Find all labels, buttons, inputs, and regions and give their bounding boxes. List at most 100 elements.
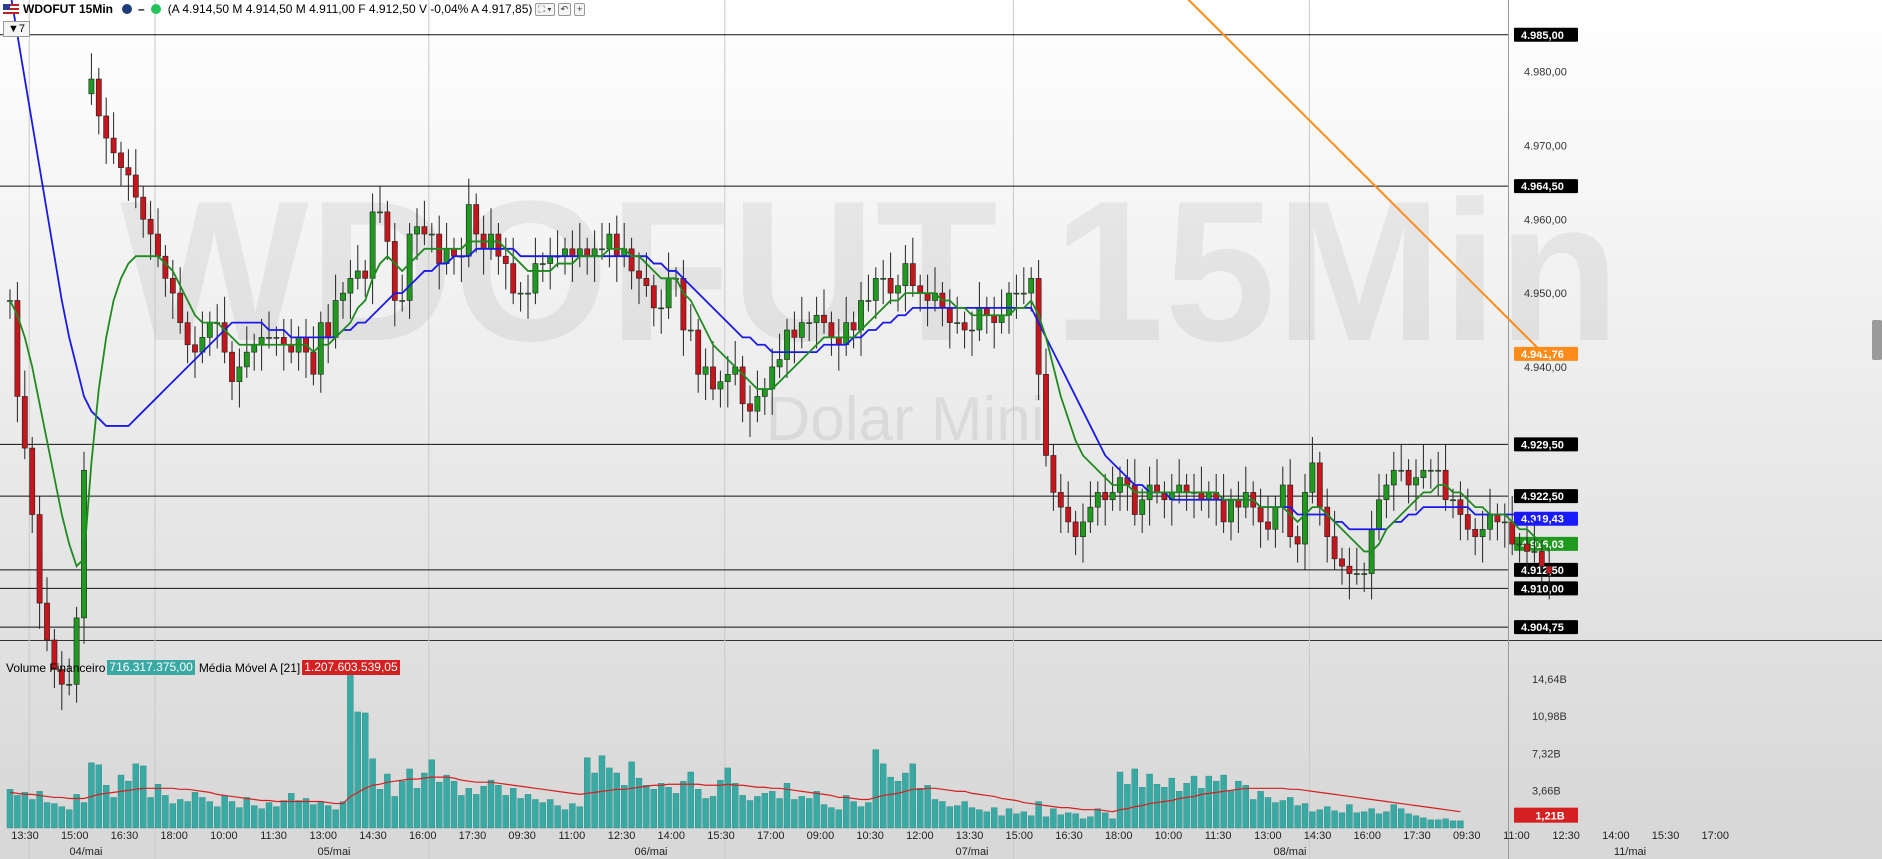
- volume-bar: [976, 809, 983, 829]
- candle-body: [1501, 521, 1508, 524]
- candle-body: [532, 263, 539, 294]
- volume-bar: [1405, 813, 1412, 829]
- volume-bar: [1183, 783, 1190, 829]
- date-label: 07/mai: [955, 846, 988, 858]
- candle-body: [1020, 292, 1027, 295]
- candle-body: [162, 255, 169, 279]
- volume-bar: [843, 795, 850, 829]
- undo-icon[interactable]: ↶: [557, 2, 572, 16]
- volume-bar: [102, 785, 110, 829]
- volume-bar: [1257, 791, 1264, 829]
- volume-bar: [1020, 811, 1027, 829]
- volume-bar: [147, 797, 154, 829]
- time-tick-label: 14:00: [658, 830, 686, 842]
- volume-bar: [169, 803, 177, 829]
- price-chart[interactable]: WDOFUT 15MinDolar Mini4.985,004.964,504.…: [0, 0, 1882, 859]
- time-tick-label: 12:30: [1552, 830, 1580, 842]
- candle-body: [1265, 521, 1271, 530]
- volume-bar: [1294, 805, 1301, 829]
- candle-body: [1065, 506, 1072, 523]
- candle-body: [562, 248, 568, 257]
- volume-bar: [561, 809, 569, 829]
- candle-body: [1413, 477, 1419, 486]
- time-tick-label: 15:00: [1006, 830, 1034, 842]
- candle-body: [169, 278, 176, 294]
- volume-bar: [132, 763, 140, 829]
- candle-body: [310, 351, 317, 375]
- volume-bar: [487, 779, 495, 829]
- broker-icon[interactable]: [122, 4, 132, 14]
- period-selector[interactable]: ▼7: [3, 21, 31, 37]
- candle-body: [754, 396, 761, 412]
- volume-bar: [1301, 803, 1309, 829]
- candle-body: [229, 351, 235, 382]
- volume-bar: [872, 749, 879, 829]
- candle-body: [399, 300, 406, 302]
- time-tick-label: 15:30: [707, 830, 735, 842]
- volume-bar: [1449, 820, 1457, 829]
- candle-body: [747, 403, 753, 412]
- candle-body: [695, 329, 702, 375]
- us-flag-icon: [3, 4, 19, 14]
- symbol-label[interactable]: WDOFUT 15Min: [23, 2, 113, 16]
- candle-body: [606, 233, 613, 250]
- chart-header: WDOFUT 15Min – (A 4.914,50 M 4.914,50 M …: [0, 0, 586, 18]
- time-tick-label: 17:30: [1403, 830, 1431, 842]
- volume-bar: [621, 785, 628, 829]
- candle-body: [946, 307, 953, 323]
- volume-bar: [1027, 815, 1035, 829]
- volume-bar: [502, 795, 509, 829]
- candle-body: [1302, 492, 1308, 545]
- volume-bar: [754, 796, 761, 829]
- candle-body: [761, 388, 768, 397]
- candle-body: [584, 248, 591, 257]
- time-tick-label: 13:30: [956, 830, 984, 842]
- candle-body: [1028, 278, 1035, 294]
- volume-value: 716.317.375,00: [107, 660, 195, 675]
- volume-bar: [288, 793, 295, 829]
- volume-bar: [1153, 784, 1161, 829]
- volume-bar: [58, 806, 65, 829]
- volume-bar: [1035, 801, 1042, 829]
- date-label: 06/mai: [634, 846, 667, 858]
- candle-body: [658, 307, 665, 310]
- minus-icon[interactable]: –: [138, 2, 145, 16]
- add-icon[interactable]: +: [574, 2, 586, 16]
- volume-bar: [1360, 811, 1368, 829]
- candle-body: [29, 447, 36, 515]
- candle-body: [1235, 499, 1242, 508]
- volume-bar: [1272, 802, 1279, 829]
- candle-body: [1346, 565, 1353, 574]
- volume-bar: [14, 795, 21, 829]
- volume-bar: [547, 799, 554, 829]
- volume-bar: [761, 793, 768, 829]
- expand-icon[interactable]: ⛶ ▾: [535, 2, 555, 16]
- candle-body: [969, 329, 975, 332]
- candle-body: [406, 233, 413, 301]
- volume-bar: [1420, 817, 1427, 829]
- candle-body: [414, 226, 420, 235]
- time-tick-label: 13:00: [310, 830, 338, 842]
- volume-bar: [1013, 813, 1020, 829]
- panel-divider: [0, 640, 1882, 641]
- candle-body: [1087, 506, 1094, 523]
- candle-body: [110, 137, 117, 154]
- volume-bar: [1338, 812, 1346, 829]
- volume-tick-label: 14,64B: [1532, 674, 1567, 686]
- volume-bar: [1138, 787, 1146, 829]
- volume-bar: [325, 805, 332, 829]
- volume-bar: [1227, 790, 1235, 829]
- date-label: 04/mai: [69, 846, 102, 858]
- candle-body: [702, 366, 709, 375]
- volume-bar: [1323, 806, 1331, 829]
- candle-body: [1139, 499, 1146, 515]
- candle-body: [650, 285, 657, 309]
- candle-body: [251, 344, 258, 353]
- volume-bar: [117, 774, 125, 829]
- candle-body: [184, 322, 191, 346]
- volume-bar: [1205, 775, 1213, 829]
- volume-bar: [495, 785, 502, 829]
- candle-body: [1057, 492, 1064, 508]
- candle-body: [909, 263, 916, 287]
- candle-body: [1331, 536, 1338, 560]
